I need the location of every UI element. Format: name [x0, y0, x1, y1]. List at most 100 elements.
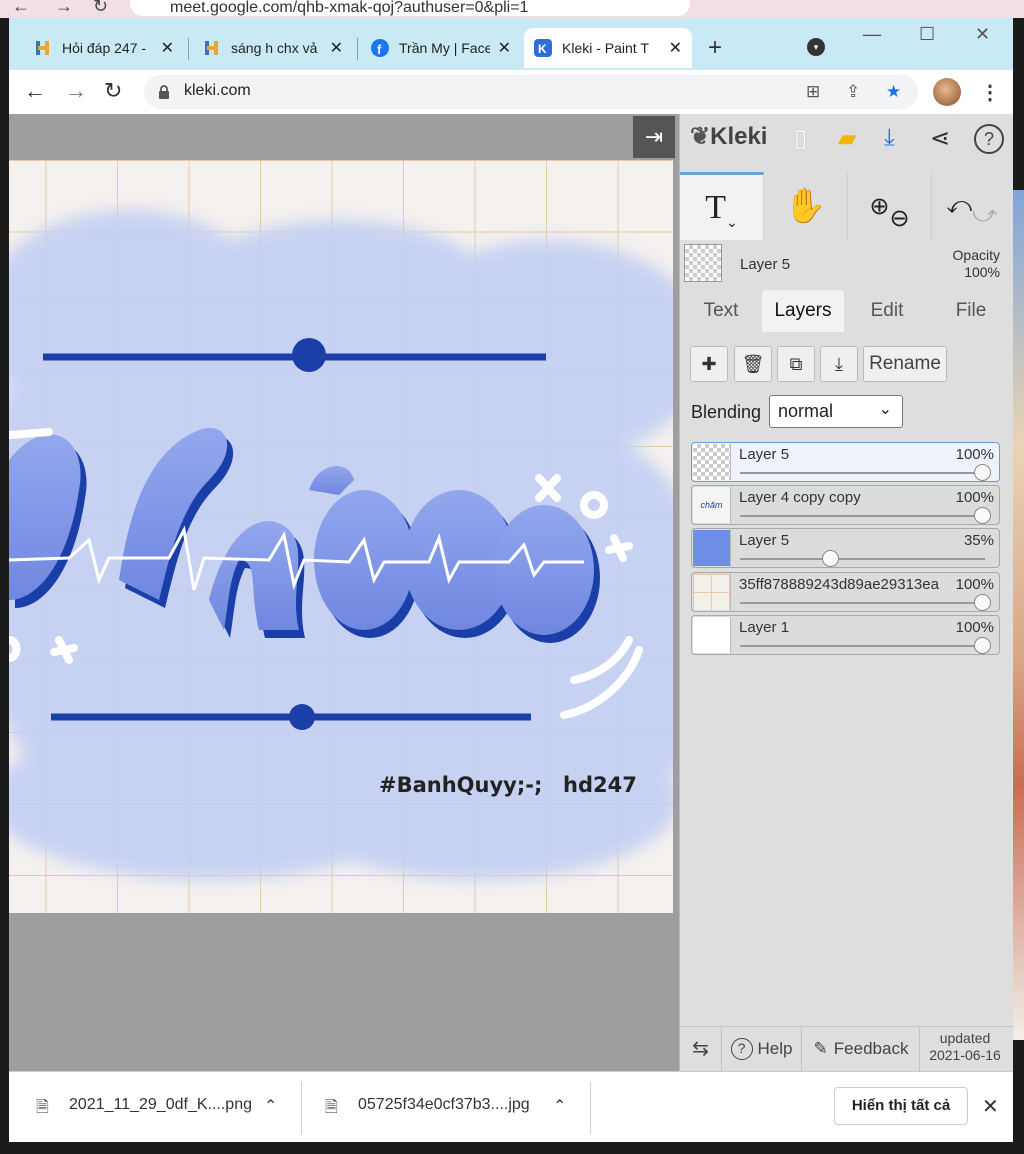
- layers-panel: [680, 332, 1013, 1026]
- outer-forward-icon: →: [55, 0, 73, 16]
- layer-opacity-knob[interactable]: [974, 464, 991, 481]
- chevron-down-icon: ⌄: [878, 401, 892, 418]
- chevron-up-icon[interactable]: ⌃: [553, 1096, 566, 1116]
- back-button[interactable]: ←: [24, 78, 46, 104]
- layer-opacity-slider[interactable]: [740, 472, 985, 474]
- address-bar[interactable]: [144, 75, 918, 109]
- rename-layer-button[interactable]: Rename: [863, 346, 947, 382]
- close-window-button[interactable]: ✕: [975, 24, 990, 45]
- undo-redo-icon[interactable]: ⤺ ⤻: [932, 172, 1012, 240]
- forward-button[interactable]: →: [65, 78, 87, 104]
- tab-file[interactable]: File: [930, 290, 1012, 332]
- layer-thumbnail: [693, 574, 731, 610]
- tab-layers[interactable]: Layers: [762, 290, 844, 332]
- current-layer-name: Layer 5: [740, 256, 791, 273]
- share-icon[interactable]: ⋖: [930, 124, 950, 153]
- blending-select[interactable]: normal ⌄: [769, 395, 903, 428]
- background-window-edge: [1013, 190, 1024, 1040]
- layer-opacity-slider[interactable]: [740, 602, 985, 604]
- feedback-button[interactable]: ✎ Feedback: [803, 1026, 920, 1071]
- canvas-signature-left: #BanhQuyy;-;: [379, 773, 542, 797]
- layer-opacity-knob[interactable]: [974, 507, 991, 524]
- hoidap-favicon: [203, 39, 221, 57]
- layer-row[interactable]: Layer 1 100%: [691, 615, 1000, 655]
- new-image-icon[interactable]: ▯: [794, 124, 807, 153]
- layer-thumbnail: [693, 617, 731, 653]
- layer-opacity-knob[interactable]: [974, 594, 991, 611]
- layer-opacity-knob[interactable]: [822, 550, 839, 567]
- maximize-button[interactable]: ☐: [919, 24, 935, 45]
- file-icon: 🗎: [36, 1099, 49, 1116]
- lock-icon: [159, 85, 169, 99]
- layer-row[interactable]: Layer 5 100%: [691, 442, 1000, 482]
- collapse-panel-button[interactable]: ⇥: [633, 116, 675, 158]
- outer-url: meet.google.com/qhb-xmak-qoj?authuser=0&…: [130, 0, 690, 16]
- opacity-readout: Opacity 100%: [952, 247, 1000, 280]
- help-button[interactable]: ? Help: [722, 1026, 802, 1071]
- layer-opacity-slider[interactable]: [740, 558, 985, 560]
- open-folder-icon[interactable]: ▰: [838, 124, 856, 153]
- zoom-tool-icon[interactable]: ⊕ ⊖: [848, 172, 932, 240]
- tab-text[interactable]: Text: [680, 290, 762, 332]
- tab-sang[interactable]: sáng h chx vả ✕: [193, 28, 353, 68]
- bookmark-star-icon[interactable]: ★: [886, 82, 901, 102]
- layer-opacity-slider[interactable]: [740, 645, 985, 647]
- download-item[interactable]: 2021_11_29_0df_K....png: [69, 1096, 252, 1114]
- outer-reload-icon: ↻: [93, 0, 109, 16]
- tab-close-icon[interactable]: ✕: [498, 38, 511, 58]
- kleki-logo: ❦Kleki: [690, 123, 768, 150]
- tab-kleki[interactable]: K Kleki - Paint T ✕: [524, 28, 692, 68]
- save-download-icon[interactable]: ⤓: [884, 124, 895, 152]
- chevron-up-icon[interactable]: ⌃: [264, 1096, 277, 1116]
- tab-hoidap[interactable]: Hỏi đáp 247 - ✕: [24, 28, 184, 68]
- tab-facebook[interactable]: f Trần My | Face ✕: [361, 28, 521, 68]
- updated-date: updated 2021-06-16: [929, 1030, 1001, 1063]
- svg-text:f: f: [377, 42, 382, 57]
- close-icon[interactable]: ✕: [982, 1094, 999, 1119]
- outer-back-icon: ←: [12, 0, 30, 16]
- tab-search-icon[interactable]: ▾: [807, 38, 825, 56]
- text-tool-button[interactable]: T ⌄: [680, 172, 764, 240]
- tab-close-icon[interactable]: ✕: [669, 38, 682, 58]
- facebook-icon: f: [371, 39, 389, 57]
- file-icon: 🗎: [325, 1099, 338, 1116]
- swap-sides-icon[interactable]: ⇆: [680, 1026, 722, 1071]
- download-item[interactable]: 05725f34e0cf37b3....jpg: [358, 1096, 530, 1114]
- current-layer-thumbnail: [684, 244, 722, 282]
- new-tab-button[interactable]: +: [708, 34, 722, 62]
- hoidap-favicon: [34, 39, 52, 57]
- blending-label: Blending: [691, 402, 762, 422]
- show-all-downloads-button[interactable]: Hiển thị tất cả: [834, 1087, 968, 1125]
- layer-thumbnail: chăm: [693, 487, 731, 523]
- canvas-signature-right: hd247: [563, 773, 637, 797]
- tab-close-icon[interactable]: ✕: [330, 38, 343, 58]
- svg-text:K: K: [538, 42, 547, 56]
- tab-edit[interactable]: Edit: [846, 290, 928, 332]
- layer-row[interactable]: chăm Layer 4 copy copy 100%: [691, 485, 1000, 525]
- drawing-canvas[interactable]: #BanhQuyy;-; hd247: [9, 160, 673, 913]
- minimize-button[interactable]: —: [863, 24, 881, 45]
- profile-avatar[interactable]: [933, 78, 961, 106]
- browser-menu-icon[interactable]: ⋮: [980, 80, 1000, 105]
- layer-opacity-knob[interactable]: [974, 637, 991, 654]
- layer-opacity-slider[interactable]: [740, 515, 985, 517]
- hand-tool-icon[interactable]: ✋: [764, 172, 848, 240]
- help-icon[interactable]: ?: [974, 124, 1004, 154]
- reload-button[interactable]: ↻: [104, 78, 122, 104]
- translate-icon[interactable]: ⊞: [806, 82, 820, 102]
- url-text: kleki.com: [184, 82, 251, 99]
- tab-close-icon[interactable]: ✕: [161, 38, 174, 58]
- merge-down-icon[interactable]: ⤓: [820, 346, 858, 382]
- kleki-favicon: K: [534, 39, 552, 57]
- layer-thumbnail: [693, 530, 731, 566]
- feedback-icon: ✎: [813, 1038, 828, 1058]
- add-layer-button[interactable]: ✚: [690, 346, 728, 382]
- help-icon: ?: [730, 1037, 753, 1060]
- delete-layer-icon[interactable]: 🗑: [734, 346, 772, 382]
- layer-row[interactable]: 35ff878889243d89ae29313ea 100%: [691, 572, 1000, 612]
- share-page-icon[interactable]: ⇪: [846, 82, 860, 102]
- layer-thumbnail: [693, 444, 731, 480]
- duplicate-layer-icon[interactable]: ⧉: [777, 346, 815, 382]
- layer-row[interactable]: Layer 5 35%: [691, 528, 1000, 568]
- canvas-artwork: #BanhQuyy;-; hd247: [9, 160, 673, 913]
